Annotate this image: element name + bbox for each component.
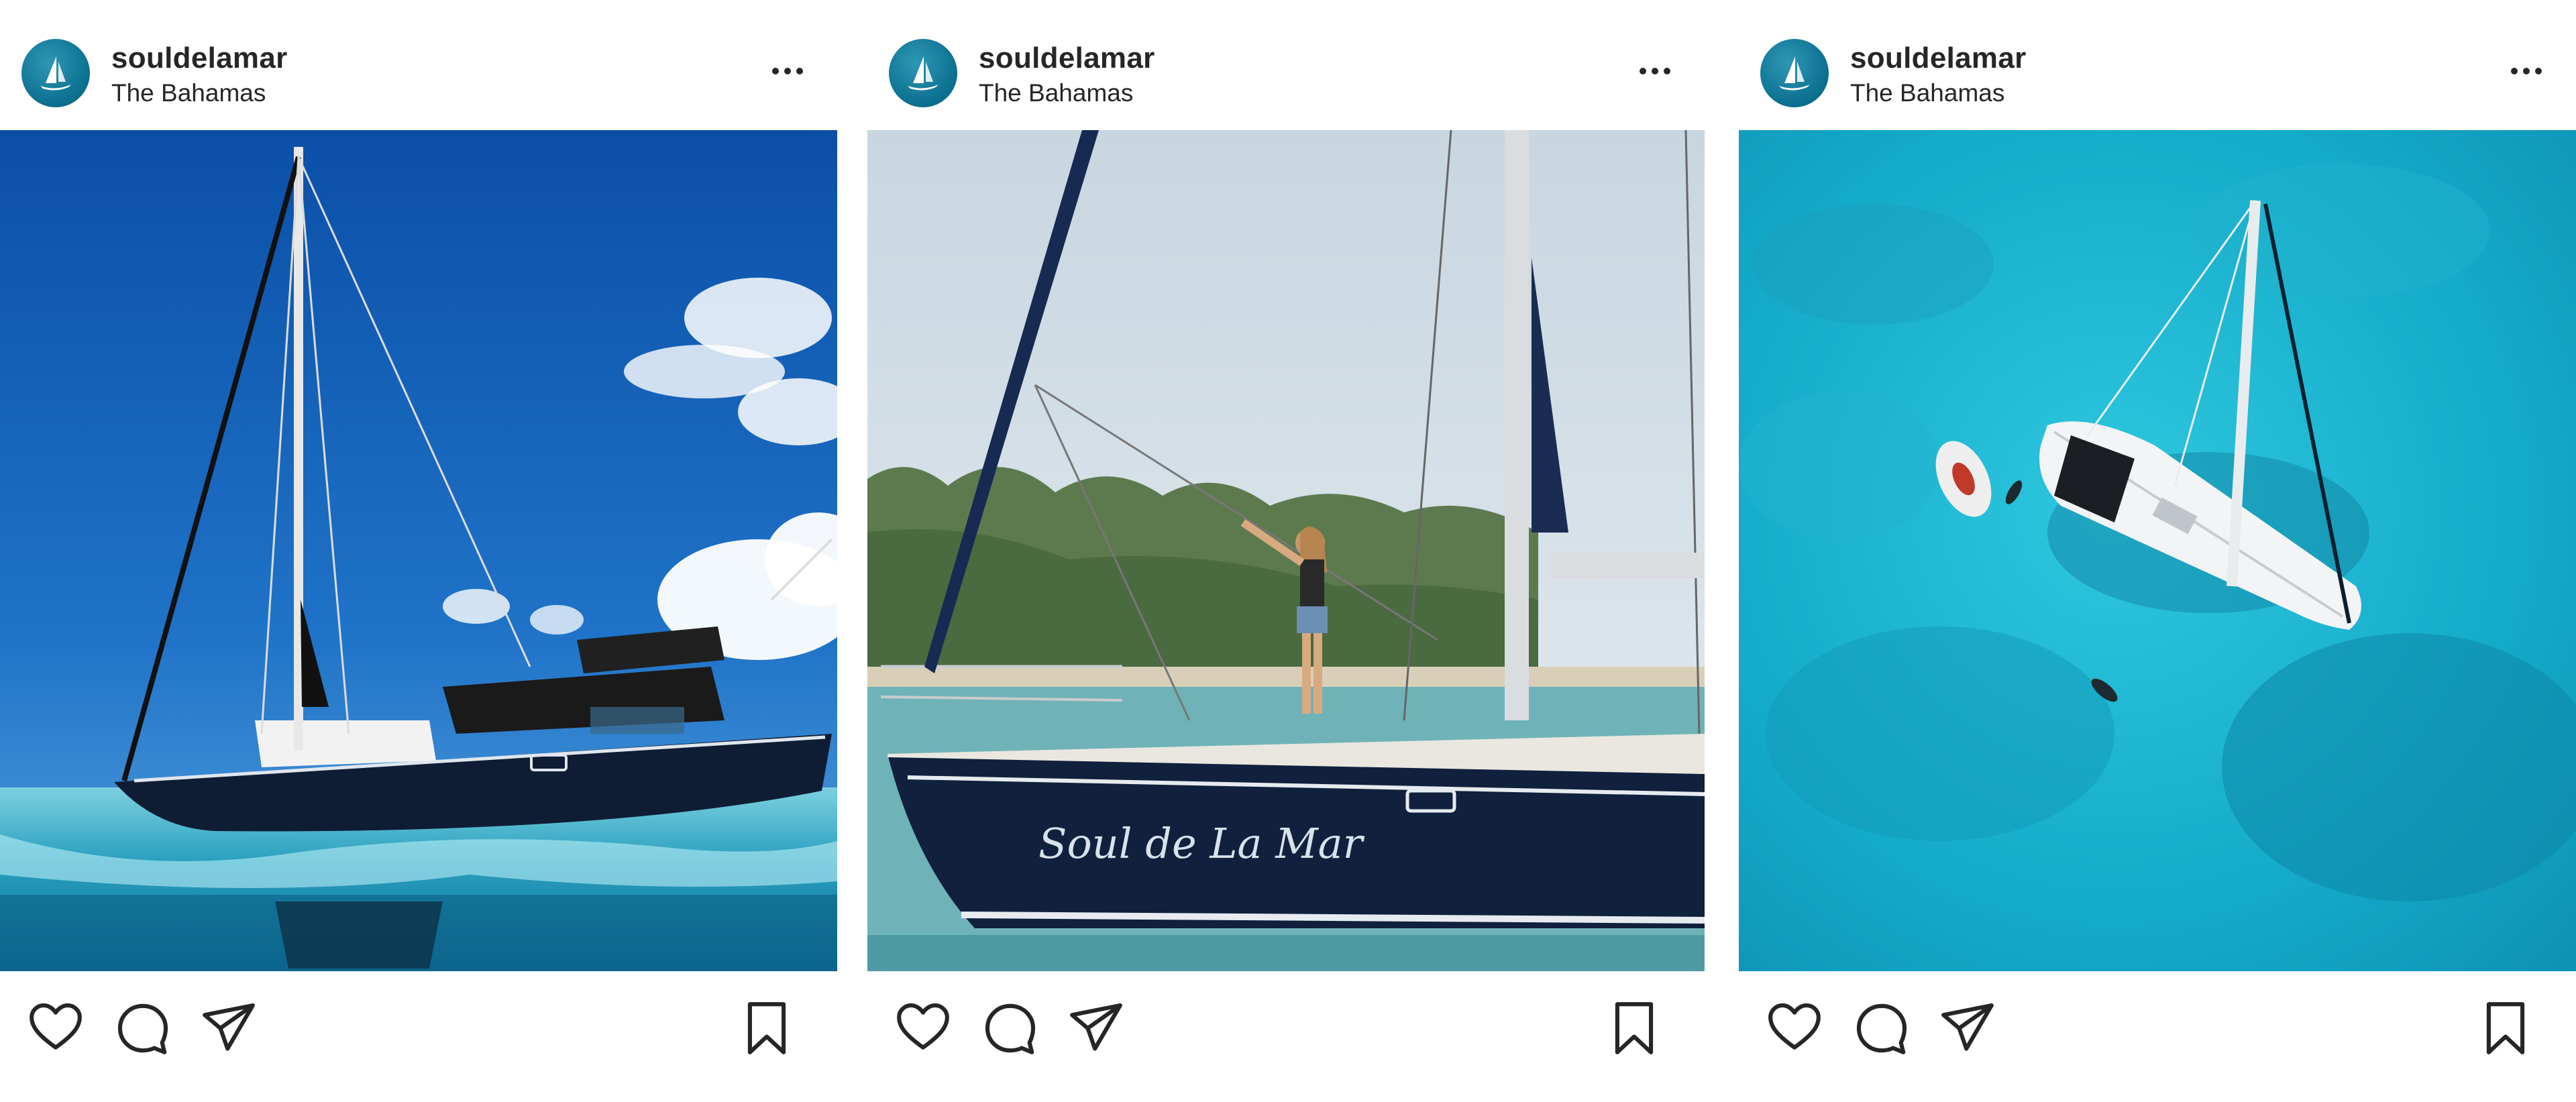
like-button[interactable] [27, 999, 85, 1057]
paper-plane-icon [1070, 1003, 1122, 1051]
username[interactable]: souldelamar [979, 42, 1155, 75]
save-button[interactable] [1605, 999, 1663, 1057]
post-card-2: souldelamar The Bahamas Soul de La Mar [867, 0, 1705, 1102]
post-card-1: souldelamar The Bahamas [0, 0, 837, 1102]
more-options-button[interactable] [767, 58, 808, 85]
post-photo[interactable] [1739, 130, 2576, 971]
post-card-3: souldelamar The Bahamas [1739, 0, 2576, 1102]
ellipsis-icon [772, 68, 803, 74]
like-button[interactable] [894, 999, 952, 1057]
location[interactable]: The Bahamas [111, 79, 266, 107]
ellipsis-icon [2511, 68, 2542, 74]
comment-icon [1856, 1003, 1907, 1054]
comment-icon [985, 1003, 1036, 1054]
comment-button[interactable] [114, 999, 172, 1057]
more-options-button[interactable] [1635, 58, 1675, 85]
bookmark-icon [2486, 1002, 2525, 1054]
username[interactable]: souldelamar [1850, 42, 2027, 75]
post-header: souldelamar The Bahamas [1739, 0, 2576, 130]
comment-button[interactable] [981, 999, 1039, 1057]
save-button[interactable] [2477, 999, 2534, 1057]
sailboat-logo-icon [1779, 56, 1810, 91]
heart-icon [897, 1003, 949, 1050]
ellipsis-icon [1640, 68, 1670, 74]
comment-icon [117, 1003, 168, 1054]
share-button[interactable] [200, 999, 258, 1057]
sailboat-logo-icon [908, 56, 938, 91]
post-header: souldelamar The Bahamas [0, 0, 837, 130]
sailboat-underwater-split-photo [0, 130, 837, 971]
avatar[interactable] [1760, 39, 1829, 107]
post-photo[interactable]: Soul de La Mar [867, 130, 1705, 971]
hull-name-text: Soul de La Mar [1038, 819, 1365, 868]
heart-icon [1768, 1003, 1821, 1050]
bookmark-icon [1615, 1002, 1654, 1054]
post-actions [0, 971, 837, 1102]
avatar[interactable] [889, 39, 957, 107]
heart-icon [30, 1003, 82, 1050]
post-actions [1739, 971, 2576, 1102]
bookmark-icon [747, 1002, 786, 1054]
more-options-button[interactable] [2506, 58, 2546, 85]
location[interactable]: The Bahamas [1850, 79, 2004, 107]
location[interactable]: The Bahamas [979, 79, 1133, 107]
paper-plane-icon [1941, 1003, 1994, 1051]
post-header: souldelamar The Bahamas [867, 0, 1705, 130]
post-photo[interactable] [0, 130, 837, 971]
sailboat-logo-icon [40, 56, 71, 91]
share-button[interactable] [1939, 999, 1996, 1057]
woman-on-sailboat-bow-photo: Soul de La Mar [867, 130, 1705, 971]
username[interactable]: souldelamar [111, 42, 288, 75]
comment-button[interactable] [1853, 999, 1911, 1057]
paper-plane-icon [203, 1003, 255, 1051]
like-button[interactable] [1766, 999, 1823, 1057]
aerial-sailboat-turquoise-water-photo [1739, 130, 2576, 971]
post-actions [867, 971, 1705, 1102]
save-button[interactable] [738, 999, 796, 1057]
share-button[interactable] [1067, 999, 1125, 1057]
avatar[interactable] [21, 39, 90, 107]
